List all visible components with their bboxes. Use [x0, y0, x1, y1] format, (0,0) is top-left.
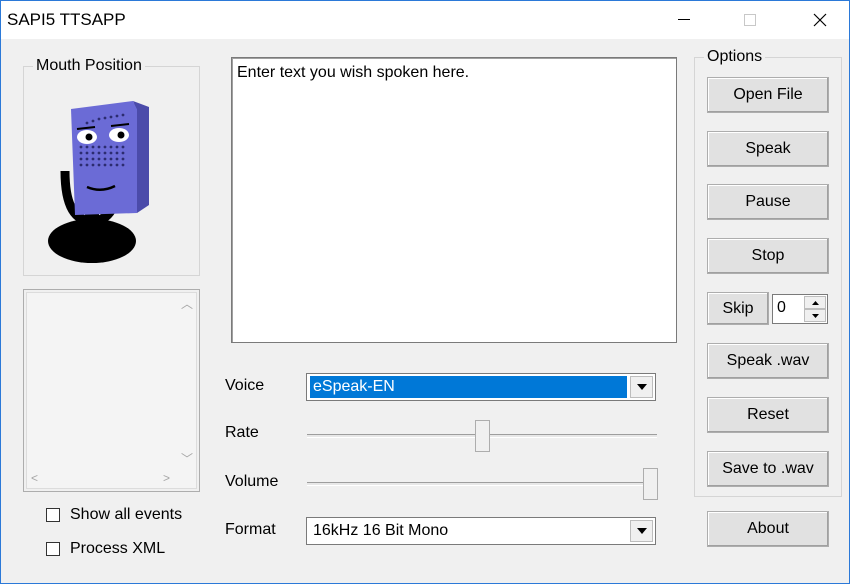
volume-slider-track[interactable] [307, 482, 657, 486]
spin-up-button[interactable] [804, 296, 826, 309]
mouth-position-label: Mouth Position [33, 57, 145, 75]
voice-dropdown-button[interactable] [630, 376, 653, 398]
show-all-events-box[interactable] [46, 508, 60, 522]
format-select[interactable]: 16kHz 16 Bit Mono [306, 517, 656, 545]
show-all-events-checkbox[interactable]: Show all events [46, 506, 182, 524]
process-xml-box[interactable] [46, 542, 60, 556]
about-button[interactable]: About [707, 511, 829, 547]
events-listbox[interactable]: ︿ ﹀ < > [23, 289, 200, 492]
skip-spin-buttons [804, 296, 826, 322]
scroll-up-icon[interactable]: ︿ [181, 295, 193, 312]
app-window: SAPI5 TTSAPP Mouth Position ︿ ﹀ < > Show… [0, 0, 850, 584]
horizontal-scrollbar[interactable]: < > [25, 468, 176, 490]
stop-button[interactable]: Stop [707, 238, 829, 274]
events-list-area [26, 292, 197, 489]
speak-text-input[interactable]: Enter text you wish spoken here. [231, 57, 677, 343]
voice-selected-value: eSpeak-EN [310, 376, 627, 398]
options-label: Options [704, 48, 766, 66]
volume-label: Volume [225, 473, 279, 490]
chevron-up-icon [811, 300, 819, 305]
volume-slider-thumb[interactable] [643, 468, 658, 500]
reset-button[interactable]: Reset [707, 397, 829, 433]
show-all-events-label: Show all events [70, 506, 183, 523]
chevron-down-icon [636, 384, 647, 390]
skip-button[interactable]: Skip [707, 292, 769, 325]
minimize-button[interactable] [661, 1, 707, 39]
chevron-down-icon [811, 313, 819, 318]
microphone-character-image [48, 101, 149, 263]
format-selected-value: 16kHz 16 Bit Mono [313, 522, 449, 539]
vertical-scrollbar[interactable]: ︿ ﹀ [176, 291, 198, 469]
save-to-wav-button[interactable]: Save to .wav [707, 451, 829, 487]
chevron-down-icon [636, 528, 647, 534]
format-dropdown-button[interactable] [630, 520, 653, 542]
skip-count-stepper[interactable]: 0 [772, 294, 828, 324]
rate-label: Rate [225, 424, 259, 441]
minimize-icon [678, 19, 690, 20]
rate-slider-thumb[interactable] [475, 420, 490, 452]
format-label: Format [225, 521, 276, 538]
scroll-down-icon[interactable]: ﹀ [181, 450, 193, 467]
process-xml-label: Process XML [70, 540, 166, 557]
open-file-button[interactable]: Open File [707, 77, 829, 113]
skip-count-value[interactable]: 0 [777, 299, 786, 317]
scroll-right-icon[interactable]: > [163, 471, 170, 485]
window-title: SAPI5 TTSAPP [7, 10, 126, 29]
maximize-icon [744, 14, 756, 26]
process-xml-checkbox[interactable]: Process XML [46, 540, 165, 558]
maximize-button [727, 1, 773, 39]
voice-label: Voice [225, 377, 265, 394]
voice-select[interactable]: eSpeak-EN [306, 373, 656, 401]
title-bar: SAPI5 TTSAPP [1, 1, 849, 39]
scroll-left-icon[interactable]: < [31, 471, 38, 485]
speak-wav-button[interactable]: Speak .wav [707, 343, 829, 379]
close-icon [813, 13, 827, 27]
spin-down-button[interactable] [804, 309, 826, 322]
speak-button[interactable]: Speak [707, 131, 829, 167]
pause-button[interactable]: Pause [707, 184, 829, 220]
close-button[interactable] [797, 1, 843, 39]
